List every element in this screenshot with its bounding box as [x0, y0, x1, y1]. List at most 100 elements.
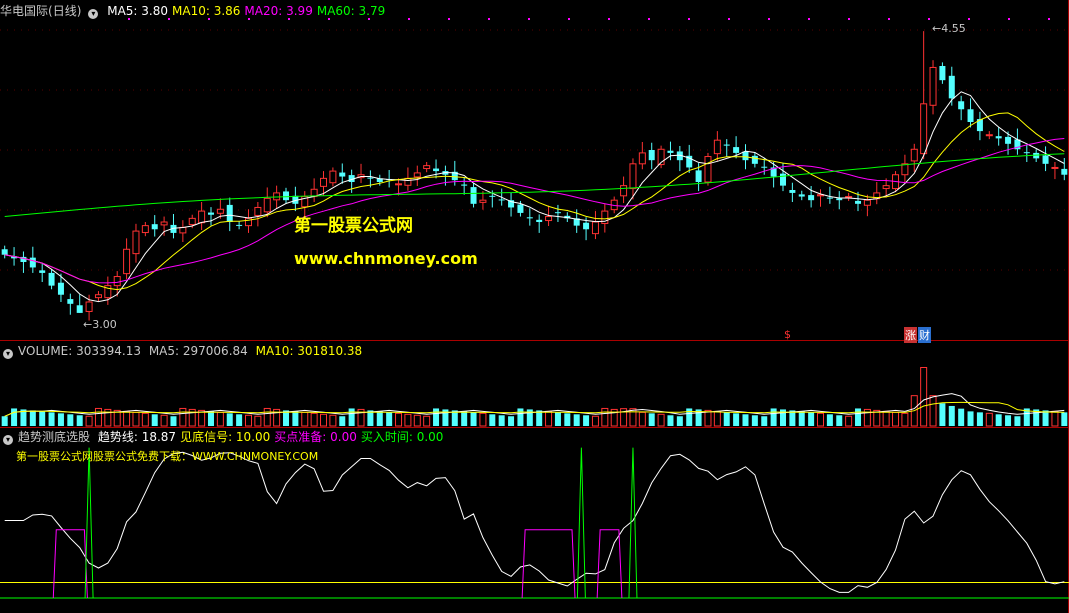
buy-time-signal: [576, 447, 586, 599]
candle[interactable]: [207, 207, 214, 226]
volume-bar: [263, 407, 271, 427]
candle[interactable]: [151, 215, 158, 237]
candle[interactable]: [713, 131, 721, 161]
candle[interactable]: [939, 62, 946, 84]
candle[interactable]: [508, 192, 515, 217]
candle[interactable]: [113, 271, 121, 297]
candle[interactable]: [826, 186, 833, 204]
candle[interactable]: [67, 293, 74, 315]
candle[interactable]: [39, 263, 46, 282]
candle[interactable]: [929, 60, 937, 115]
candle[interactable]: [554, 204, 561, 222]
candle[interactable]: [591, 211, 599, 240]
signal-dot: [1048, 18, 1050, 20]
volume-bar: [845, 415, 853, 427]
volume-bar: [395, 412, 403, 427]
candle[interactable]: [160, 216, 168, 236]
candle[interactable]: [723, 139, 730, 157]
candle[interactable]: [461, 177, 468, 195]
candle[interactable]: [170, 214, 177, 239]
volume-bar: [367, 410, 374, 426]
volume-bar: [723, 412, 730, 426]
candle[interactable]: [536, 214, 543, 233]
volume-chart[interactable]: [0, 341, 1069, 428]
candle[interactable]: [413, 165, 421, 186]
candle[interactable]: [967, 98, 974, 128]
volume-bar: [939, 403, 946, 426]
volume-bar: [901, 412, 909, 427]
candle[interactable]: [789, 182, 796, 202]
volume-bar: [713, 410, 721, 427]
candle[interactable]: [479, 191, 487, 210]
candle[interactable]: [704, 152, 712, 186]
candle[interactable]: [339, 163, 346, 184]
candle[interactable]: [910, 143, 918, 172]
volume-bar: [808, 412, 815, 426]
candle[interactable]: [283, 187, 290, 204]
candle[interactable]: [94, 291, 102, 302]
candle[interactable]: [976, 111, 983, 141]
signal-dot: [848, 18, 850, 20]
candle[interactable]: [76, 294, 83, 313]
candle[interactable]: [958, 95, 965, 121]
candle[interactable]: [1051, 162, 1059, 180]
candle[interactable]: [985, 131, 993, 140]
candle[interactable]: [873, 182, 881, 205]
volume-bar: [292, 411, 299, 426]
candle[interactable]: [226, 197, 233, 232]
candle[interactable]: [920, 31, 928, 160]
candle[interactable]: [423, 162, 431, 173]
volume-bar: [348, 408, 355, 426]
watermark-url: www.chnmoney.com: [294, 249, 478, 268]
candle[interactable]: [995, 127, 1002, 146]
candle[interactable]: [1061, 158, 1068, 181]
signal-dot: [128, 18, 130, 20]
candle[interactable]: [751, 152, 758, 168]
candle[interactable]: [676, 146, 683, 172]
volume-bar: [591, 415, 599, 427]
candle[interactable]: [244, 209, 252, 233]
candle[interactable]: [132, 223, 140, 263]
volume-bar: [573, 414, 580, 426]
candle[interactable]: [526, 208, 533, 226]
signal-dot: [528, 18, 530, 20]
volume-bar: [657, 413, 665, 427]
candle[interactable]: [141, 222, 149, 237]
candlestick-chart[interactable]: [0, 0, 1069, 341]
candle[interactable]: [357, 163, 365, 184]
candle[interactable]: [470, 183, 477, 208]
candle[interactable]: [123, 238, 131, 280]
candle[interactable]: [433, 159, 440, 179]
event-badge-s[interactable]: $: [784, 328, 791, 341]
volume-bar: [57, 413, 64, 426]
candle[interactable]: [845, 192, 853, 201]
candle[interactable]: [179, 220, 187, 242]
candle[interactable]: [863, 194, 871, 217]
candle[interactable]: [798, 190, 805, 201]
volume-bar: [601, 407, 609, 427]
candle[interactable]: [310, 178, 318, 202]
candle[interactable]: [48, 269, 55, 290]
candle[interactable]: [1023, 144, 1030, 162]
candle[interactable]: [292, 186, 299, 212]
volume-bar: [283, 410, 290, 426]
volume-bar: [855, 408, 862, 426]
volume-bar: [489, 414, 496, 426]
candle[interactable]: [648, 142, 655, 170]
volume-bar: [1014, 416, 1021, 426]
candle[interactable]: [198, 202, 206, 230]
candle[interactable]: [329, 167, 337, 187]
candle[interactable]: [836, 191, 843, 210]
candle[interactable]: [236, 221, 243, 230]
candle[interactable]: [620, 176, 628, 204]
candle[interactable]: [817, 189, 825, 207]
signal-dot: [208, 18, 210, 20]
candle[interactable]: [386, 170, 393, 188]
candle[interactable]: [254, 202, 262, 227]
candle[interactable]: [1, 245, 8, 259]
candle[interactable]: [1014, 128, 1021, 155]
signal-dot: [248, 18, 250, 20]
candle[interactable]: [638, 142, 646, 170]
volume-bar: [451, 410, 458, 426]
candle[interactable]: [901, 154, 909, 182]
